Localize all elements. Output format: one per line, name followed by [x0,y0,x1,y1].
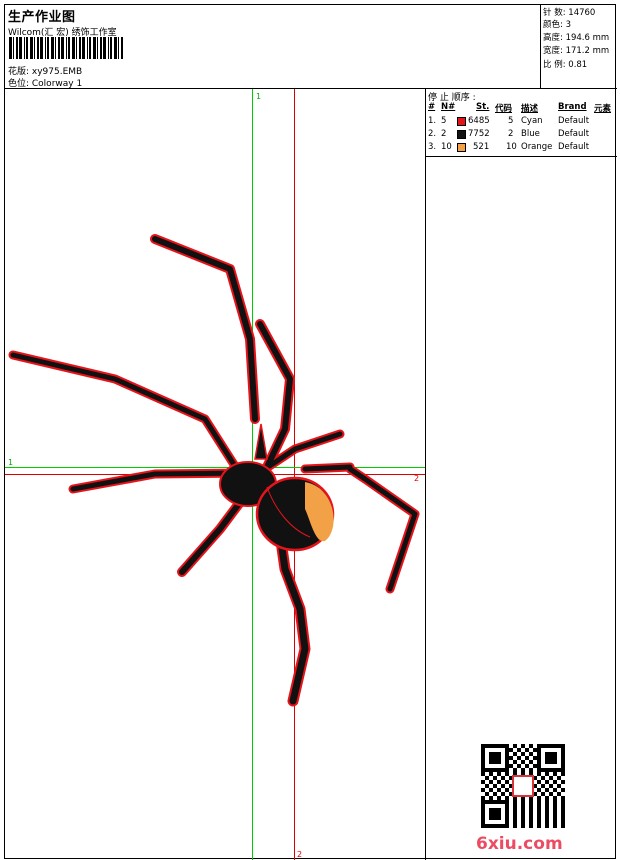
axis-label-h1: 1 [8,458,13,467]
stats-panel: 针 数: 14760 颜色: 3 高度: 194.6 mm 宽度: 171.2 … [541,5,617,89]
col-header-desc: 描述 [521,104,539,114]
axis-label-h2: 2 [414,474,419,483]
color-swatch-black [457,130,466,139]
barcode-icon [9,37,123,59]
spider-embroidery-artwork: 1 2 1 2 [5,89,425,860]
watermark-logo: 6xiu.com [476,834,563,854]
stop-sequence-table: 停 止 顺序 : # N# St. 代码 描述 Brand 元素 1. 5 64… [426,89,617,157]
production-sheet: 生产作业图 Wilcom(汇 宏) 绣饰工作室 花版: xy975.EMB 色位… [4,4,617,860]
stop-sequence-panel: 停 止 顺序 : # N# St. 代码 描述 Brand 元素 1. 5 64… [426,89,617,860]
axis-label-v2: 2 [297,850,302,859]
header-info: 生产作业图 Wilcom(汇 宏) 绣饰工作室 花版: xy975.EMB 色位… [5,5,541,89]
col-header-n: N# [441,102,456,112]
stat-scale: 比 例: 0.81 [543,60,588,70]
color-swatch-orange [457,143,466,152]
stat-stitches: 针 数: 14760 [543,8,596,18]
col-header-hash: # [428,102,436,112]
color-swatch-red [457,117,466,126]
design-canvas: 1 2 1 2 [5,89,426,860]
col-header-code: 代码 [495,104,513,114]
page-title: 生产作业图 [8,10,76,25]
col-header-brand: Brand [558,102,587,112]
colorway-label: 色位: Colorway 1 [8,79,83,89]
col-header-elem: 元素 [594,104,612,114]
col-header-st: St. [476,102,490,112]
spider-legs [8,234,420,707]
stat-width: 宽度: 171.2 mm [543,46,610,56]
axis-label-v1: 1 [256,92,261,101]
qr-code-icon [481,744,565,828]
stat-colors: 颜色: 3 [543,20,571,30]
stat-height: 高度: 194.6 mm [543,33,610,43]
